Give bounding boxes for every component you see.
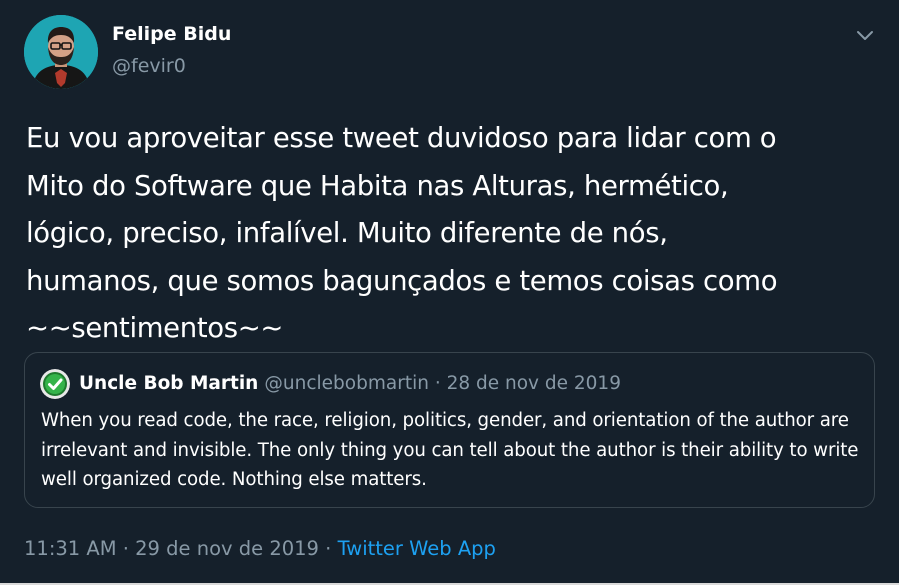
author-name[interactable]: Felipe Bidu [112, 23, 231, 45]
tweet-footer: 11:31 AM · 29 de nov de 2019 · Twitter W… [24, 535, 496, 563]
quoted-tweet-header: Uncle Bob Martin @unclebobmartin · 28 de… [79, 370, 621, 397]
quoted-author-meta: @unclebobmartin · 28 de nov de 2019 [264, 373, 621, 394]
quoted-tweet-text: When you read code, the race, religion, … [41, 410, 859, 490]
quoted-tweet[interactable]: Uncle Bob Martin @unclebobmartin · 28 de… [24, 352, 875, 508]
tweet-text: Eu vou aproveitar esse tweet duvidoso pa… [26, 122, 778, 344]
verified-check-avatar-icon[interactable] [40, 369, 70, 399]
chevron-down-icon[interactable] [852, 22, 878, 48]
tweet-card: Felipe Bidu @fevir0 Eu vou aproveitar es… [0, 0, 899, 585]
author-handle[interactable]: @fevir0 [112, 55, 186, 77]
source-app-link[interactable]: Twitter Web App [338, 537, 496, 560]
author-avatar[interactable] [24, 15, 98, 89]
quoted-author-name[interactable]: Uncle Bob Martin [79, 373, 258, 394]
tweet-timestamp[interactable]: 11:31 AM · 29 de nov de 2019 · [24, 537, 338, 560]
